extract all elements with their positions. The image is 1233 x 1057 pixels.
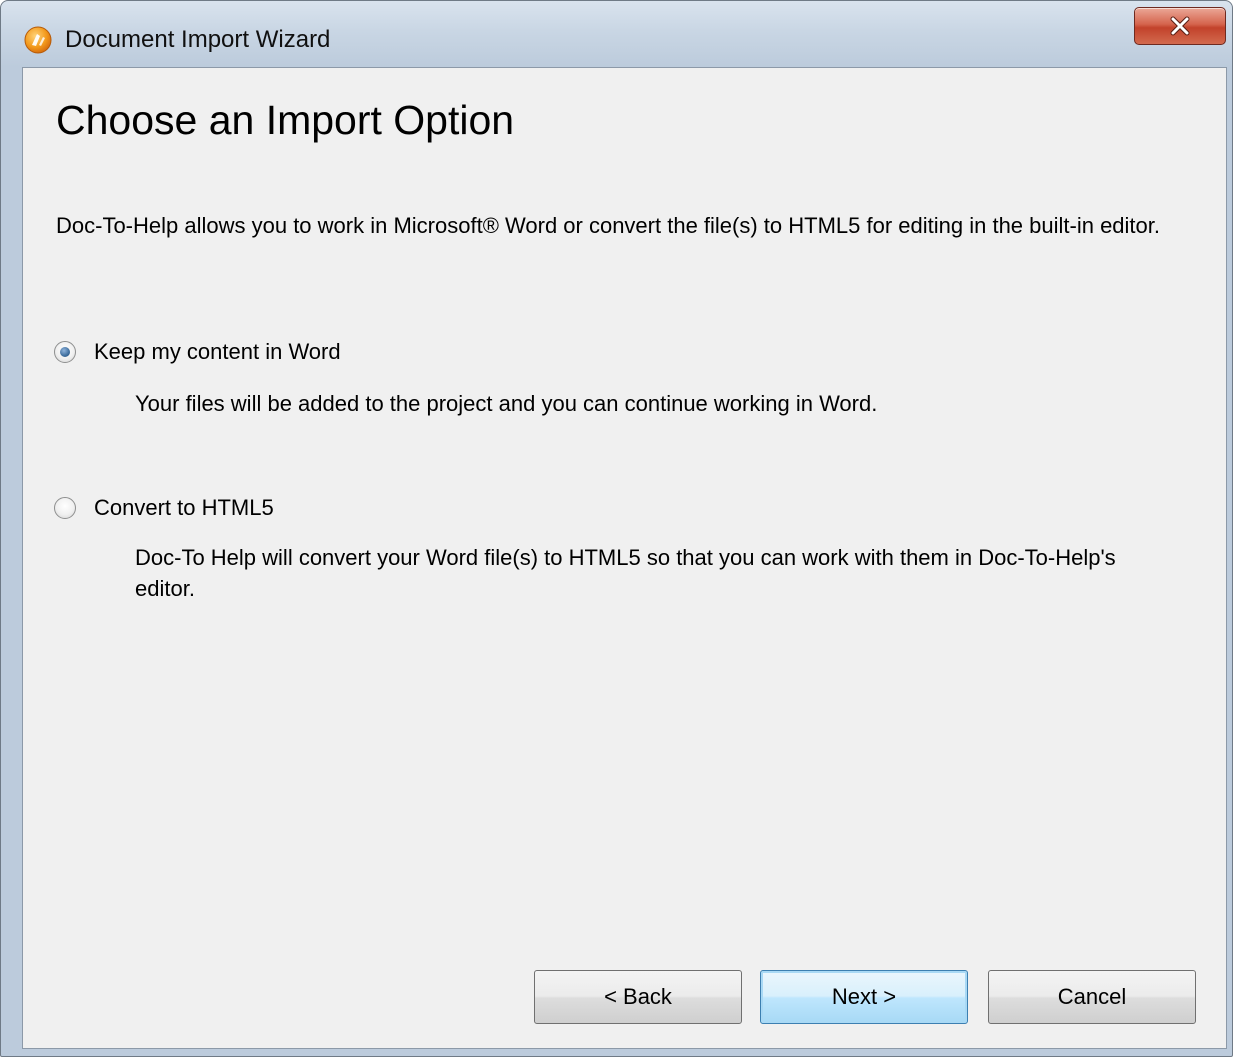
convert-html5-description: Doc-To Help will convert your Word file(… (135, 545, 1116, 601)
close-button[interactable] (1134, 7, 1226, 45)
keep-in-word-description: Your files will be added to the project … (135, 391, 878, 416)
keep-in-word-label[interactable]: Keep my content in Word (94, 339, 341, 365)
convert-html5-radio[interactable] (54, 497, 76, 519)
doc-to-help-logo-icon (23, 25, 53, 55)
keep-in-word-option[interactable]: Keep my content in Word (54, 335, 341, 369)
convert-html5-option[interactable]: Convert to HTML5 (54, 491, 274, 525)
title-bar[interactable]: Document Import Wizard (1, 1, 1232, 67)
wizard-window: Document Import Wizard Choose an Import … (0, 0, 1233, 1057)
window-title: Document Import Wizard (65, 26, 331, 53)
cancel-button[interactable]: Cancel (988, 970, 1196, 1024)
convert-html5-label[interactable]: Convert to HTML5 (94, 495, 274, 521)
next-button[interactable]: Next > (760, 970, 968, 1024)
page-title: Choose an Import Option (56, 97, 515, 143)
intro-text: Doc-To-Help allows you to work in Micros… (56, 213, 1161, 238)
back-button[interactable]: < Back (534, 970, 742, 1024)
keep-in-word-radio[interactable] (54, 341, 76, 363)
wizard-body: Choose an Import Option Doc-To-Help allo… (22, 67, 1227, 1049)
